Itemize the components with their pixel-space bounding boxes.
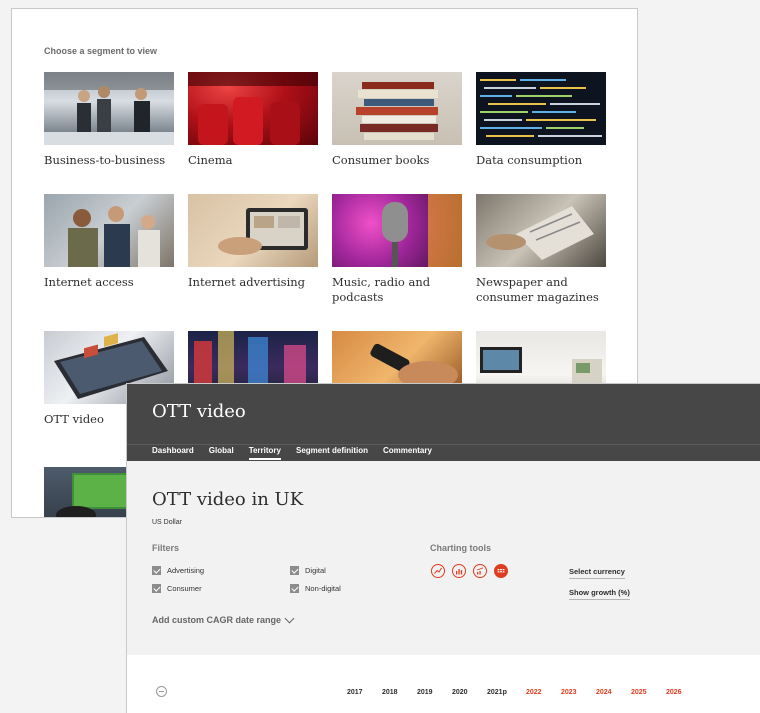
segment-tile-internet-access[interactable]: Internet access: [44, 194, 174, 290]
internet-advertising-thumbnail: [188, 194, 318, 267]
year-header-forecast: 2025: [631, 689, 647, 696]
segment-label: Consumer books: [332, 153, 430, 167]
cagr-range-toggle[interactable]: Add custom CAGR date range: [152, 613, 295, 625]
line-chart-icon[interactable]: [431, 564, 445, 578]
currency-label: US Dollar: [152, 519, 182, 526]
segment-label: Music, radio and podcasts: [332, 275, 431, 304]
segment-tile-data-consumption[interactable]: Data consumption: [476, 72, 606, 168]
segment-tile-newspaper-magazines[interactable]: Newspaper and consumer magazines: [476, 194, 606, 305]
collapse-icon[interactable]: [156, 686, 167, 697]
internet-access-thumbnail: [44, 194, 174, 267]
tab-dashboard[interactable]: Dashboard: [152, 446, 194, 460]
filter-label: Digital: [305, 566, 326, 575]
checkbox-checked-icon[interactable]: [152, 566, 161, 575]
tab-commentary[interactable]: Commentary: [383, 446, 432, 460]
segment-tile-b2b[interactable]: Business-to-business: [44, 72, 174, 168]
segment-nav: Dashboard Global Territory Segment defin…: [152, 446, 447, 460]
year-header-forecast: 2022: [526, 689, 542, 696]
segment-tile-internet-advertising[interactable]: Internet advertising: [188, 194, 318, 290]
page-title: OTT video in UK: [152, 489, 304, 510]
filter-consumer[interactable]: Consumer: [152, 584, 202, 593]
year-header: 2020: [452, 689, 468, 696]
checkbox-checked-icon[interactable]: [152, 584, 161, 593]
books-thumbnail: [332, 72, 462, 145]
cinema-thumbnail: [188, 72, 318, 145]
tab-global[interactable]: Global: [209, 446, 234, 460]
year-header-forecast: 2026: [666, 689, 682, 696]
checkbox-checked-icon[interactable]: [290, 566, 299, 575]
ott-video-panel: OTT video Dashboard Global Territory Seg…: [126, 383, 760, 713]
show-growth-link[interactable]: Show growth (%): [569, 588, 630, 600]
filter-label: Non-digital: [305, 584, 341, 593]
segment-tile-music-radio-podcasts[interactable]: Music, radio and podcasts: [332, 194, 462, 305]
charting-tools-heading: Charting tools: [430, 543, 491, 553]
nav-divider: [127, 444, 760, 445]
table-icon[interactable]: [494, 564, 508, 578]
segment-tile-cinema[interactable]: Cinema: [188, 72, 318, 168]
segment-label: Internet advertising: [188, 275, 306, 289]
data-thumbnail: [476, 72, 606, 145]
bar-chart-icon[interactable]: [452, 564, 466, 578]
segment-heading: Choose a segment to view: [44, 46, 158, 56]
combo-chart-icon[interactable]: [473, 564, 487, 578]
newspaper-thumbnail: [476, 194, 606, 267]
music-thumbnail: [332, 194, 462, 267]
segment-label: Newspaper and consumer magazines: [476, 275, 599, 304]
checkbox-checked-icon[interactable]: [290, 584, 299, 593]
year-header: 2021p: [487, 689, 507, 696]
filter-label: Advertising: [167, 566, 205, 575]
year-header-forecast: 2024: [596, 689, 612, 696]
segment-title: OTT video: [152, 401, 246, 422]
chevron-down-icon: [284, 613, 295, 623]
segment-tile-consumer-books[interactable]: Consumer books: [332, 72, 462, 168]
tab-territory[interactable]: Territory: [248, 446, 281, 460]
data-table-area: 2017 2018 2019 2020 2021p 2022 2023 2024…: [127, 655, 760, 713]
segment-label: Cinema: [188, 153, 233, 167]
segment-label: Business-to-business: [44, 153, 166, 167]
year-header-forecast: 2023: [561, 689, 577, 696]
filter-advertising[interactable]: Advertising: [152, 566, 204, 575]
select-currency-link[interactable]: Select currency: [569, 567, 625, 579]
cagr-label: Add custom CAGR date range: [152, 615, 282, 625]
filter-label: Consumer: [167, 584, 202, 593]
segment-header: OTT video Dashboard Global Territory Seg…: [127, 384, 760, 461]
filters-heading: Filters: [152, 543, 180, 553]
tab-segment-definition[interactable]: Segment definition: [296, 446, 368, 460]
year-header: 2018: [382, 689, 398, 696]
filter-digital[interactable]: Digital: [290, 566, 326, 575]
segment-label: Data consumption: [476, 153, 583, 167]
b2b-thumbnail: [44, 72, 174, 145]
filter-non-digital[interactable]: Non-digital: [290, 584, 341, 593]
segment-label: Internet access: [44, 275, 134, 289]
year-header: 2019: [417, 689, 433, 696]
year-header: 2017: [347, 689, 363, 696]
